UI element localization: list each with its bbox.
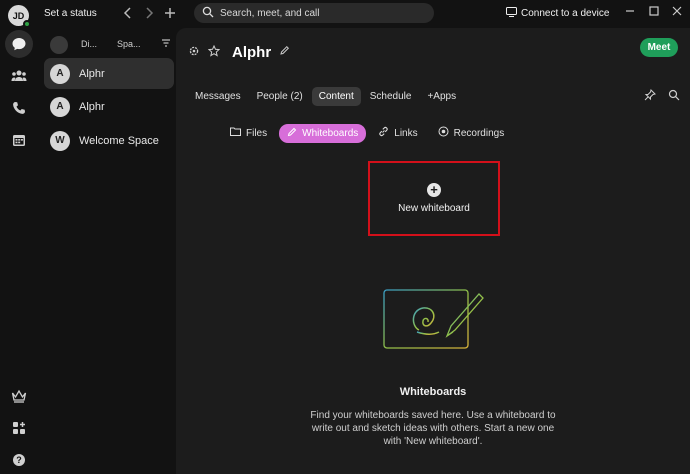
phone-icon[interactable] <box>5 94 33 122</box>
filter-spaces[interactable]: Spa... <box>117 39 141 49</box>
device-icon <box>506 7 517 20</box>
space-header: Alphr <box>188 42 290 62</box>
pen-icon <box>287 127 297 140</box>
messaging-icon[interactable] <box>5 30 33 58</box>
tab-schedule[interactable]: Schedule <box>363 87 419 106</box>
set-status-link[interactable]: Set a status <box>44 8 97 19</box>
filter-menu-icon[interactable] <box>161 38 171 51</box>
header-actions <box>644 89 680 104</box>
edit-pencil-icon[interactable] <box>279 45 290 59</box>
connect-device-button[interactable]: Connect to a device <box>506 7 609 20</box>
teams-icon[interactable] <box>5 62 33 90</box>
tab-apps[interactable]: +Apps <box>420 87 463 106</box>
crown-upgrade-icon[interactable] <box>5 382 33 410</box>
spaces-panel: Di... Spa... A Alphr A Alphr W Welcome S… <box>38 28 176 474</box>
link-icon <box>378 126 389 140</box>
space-name: Alphr <box>79 100 105 113</box>
empty-state-description: Find your whiteboards saved here. Use a … <box>310 410 556 447</box>
favorite-star-icon[interactable] <box>207 44 221 60</box>
close-icon[interactable] <box>669 5 685 21</box>
search-placeholder: Search, meet, and call <box>220 7 320 19</box>
minimize-icon[interactable] <box>622 5 638 21</box>
folder-icon <box>230 127 241 139</box>
space-name: Welcome Space <box>79 134 159 147</box>
presence-indicator <box>23 20 31 28</box>
title-bar: JD Set a status Search, meet, and call C… <box>0 0 690 28</box>
filter-direct[interactable]: Di... <box>81 39 97 49</box>
tab-people[interactable]: People (2) <box>250 87 310 106</box>
whiteboard-illustration <box>381 286 487 355</box>
space-avatar: W <box>50 130 70 151</box>
maximize-icon[interactable] <box>646 5 662 21</box>
empty-state-title: Whiteboards <box>399 386 467 398</box>
space-name: Alphr <box>79 67 105 80</box>
help-icon[interactable]: ? <box>5 446 33 474</box>
subtab-files-label: Files <box>246 127 268 139</box>
page-title: Alphr <box>232 43 272 61</box>
svg-text:?: ? <box>16 455 22 465</box>
new-whiteboard-button[interactable]: + New whiteboard <box>368 161 500 236</box>
search-space-icon[interactable] <box>668 89 680 104</box>
search-icon <box>202 6 214 21</box>
space-avatar: A <box>50 96 70 117</box>
navigation-rail: ? <box>0 28 38 474</box>
apps-grid-icon[interactable] <box>5 414 33 442</box>
user-initials: JD <box>12 10 25 21</box>
subtab-files[interactable]: Files <box>222 124 275 142</box>
subtab-recordings[interactable]: Recordings <box>430 123 513 143</box>
space-list-item[interactable]: A Alphr <box>44 58 174 89</box>
content-subtabs: Files Whiteboards Links Recordings <box>222 123 516 143</box>
subtab-recordings-label: Recordings <box>453 127 505 139</box>
space-content-panel: Alphr Meet Messages People (2) Content S… <box>176 28 690 474</box>
calendar-icon[interactable] <box>5 126 33 154</box>
recording-icon <box>438 126 449 140</box>
connect-device-label: Connect to a device <box>521 8 610 19</box>
space-filters: Di... Spa... <box>50 36 176 54</box>
subtab-whiteboards[interactable]: Whiteboards <box>279 123 367 143</box>
back-arrow-icon[interactable] <box>120 5 136 21</box>
plus-circle-icon: + <box>427 183 441 197</box>
add-icon[interactable] <box>162 5 178 21</box>
search-input[interactable]: Search, meet, and call <box>194 3 434 23</box>
user-avatar[interactable]: JD <box>8 5 31 28</box>
space-tabs: Messages People (2) Content Schedule +Ap… <box>188 86 465 106</box>
space-list-item[interactable]: A Alphr <box>44 91 174 122</box>
new-whiteboard-label: New whiteboard <box>398 203 470 214</box>
meet-button[interactable]: Meet <box>640 38 678 57</box>
subtab-whiteboards-label: Whiteboards <box>302 127 359 139</box>
forward-arrow-icon[interactable] <box>141 5 157 21</box>
space-avatar: A <box>50 63 70 84</box>
tab-messages[interactable]: Messages <box>188 87 248 106</box>
settings-gear-icon[interactable] <box>188 45 200 60</box>
space-list-item[interactable]: W Welcome Space <box>44 125 174 156</box>
subtab-links[interactable]: Links <box>370 123 425 143</box>
subtab-links-label: Links <box>394 127 418 139</box>
tab-content[interactable]: Content <box>311 86 361 106</box>
pin-icon[interactable] <box>644 89 656 104</box>
filter-avatar[interactable] <box>50 36 68 54</box>
